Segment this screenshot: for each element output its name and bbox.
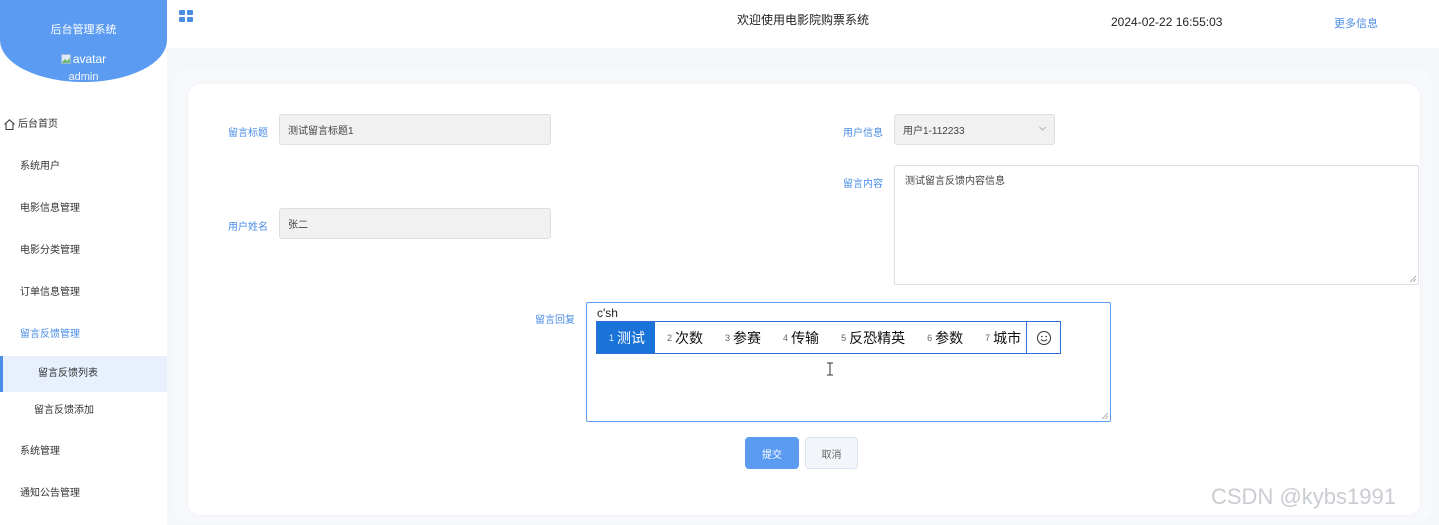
watermark: CSDN @kybs1991	[1211, 484, 1396, 509]
home-icon	[4, 119, 15, 131]
smiley-icon	[1036, 330, 1051, 345]
content-textarea[interactable]: 测试留言反馈内容信息	[894, 165, 1419, 285]
content-value: 测试留言反馈内容信息	[905, 176, 1005, 187]
sidebar-item-label: 订单信息管理	[20, 287, 80, 298]
ime-candidate[interactable]: 7 城市	[973, 322, 1031, 353]
sidebar-item-label: 系统管理	[20, 446, 60, 457]
form-card	[188, 84, 1420, 515]
sidebar-subitem-feedback-list[interactable]: 留言反馈列表	[0, 356, 167, 392]
sidebar-item-label: 电影信息管理	[20, 203, 80, 214]
candidate-text: 传输	[791, 329, 820, 346]
title-input[interactable]: 测试留言标题1	[279, 114, 551, 145]
candidate-text: 参赛	[733, 329, 762, 346]
sidebar-item-system-manage[interactable]: 系统管理	[0, 434, 167, 470]
avatar: avatar	[0, 52, 167, 66]
user-info-value: 用户1-112233	[903, 126, 965, 137]
sidebar-subitem-feedback-add[interactable]: 留言反馈添加	[0, 393, 167, 429]
sidebar-item-label: 后台首页	[18, 119, 58, 130]
reply-textarea[interactable]: c'sh	[586, 302, 1111, 422]
user-info-label: 用户信息	[843, 128, 883, 139]
text-cursor-icon	[827, 362, 833, 376]
sidebar-item-label: 电影分类管理	[20, 245, 80, 256]
chevron-down-icon	[1039, 126, 1046, 131]
cancel-button[interactable]: 取消	[805, 437, 858, 469]
sidebar-item-orders[interactable]: 订单信息管理	[0, 275, 167, 311]
sidebar: 后台管理系统 avatar admin 后台首页 系统用户 电影信息管理 电影分…	[0, 0, 167, 525]
candidate-text: 测试	[617, 329, 646, 346]
user-name-label: 用户姓名	[228, 222, 268, 233]
user-info-select[interactable]: 用户1-112233	[894, 114, 1055, 145]
ime-candidate[interactable]: 6 参数	[915, 322, 973, 353]
top-bar: 欢迎使用电影院购票系统 2024-02-22 16:55:03 更多信息	[167, 0, 1439, 48]
candidate-number: 4	[783, 332, 789, 343]
ime-candidate[interactable]: 5 反恐精英	[829, 322, 915, 353]
user-name-input[interactable]: 张二	[279, 208, 551, 239]
ime-candidate[interactable]: 4 传输	[771, 322, 829, 353]
candidate-number: 2	[667, 332, 673, 343]
sidebar-item-label: 留言反馈管理	[20, 329, 80, 340]
ime-candidate-bar: 1 测试 2 次数 3 参赛 4 传输 5 反恐精英 6 参数 7 城市	[596, 321, 1061, 354]
emoji-button[interactable]	[1026, 322, 1060, 353]
sidebar-item-movie-info[interactable]: 电影信息管理	[0, 191, 167, 227]
ime-candidate[interactable]: 1 测试	[597, 322, 656, 353]
ime-candidate[interactable]: 2 次数	[655, 322, 713, 353]
candidate-text: 次数	[675, 329, 704, 346]
content-label: 留言内容	[843, 179, 883, 190]
candidate-number: 3	[725, 332, 731, 343]
broken-image-icon	[60, 54, 71, 64]
reply-composition-text: c'sh	[597, 306, 618, 320]
reply-label: 留言回复	[535, 315, 575, 326]
grid-menu-icon[interactable]	[179, 10, 194, 24]
candidate-text: 反恐精英	[849, 329, 906, 346]
sidebar-item-label: 留言反馈添加	[34, 405, 94, 416]
sidebar-item-feedback[interactable]: 留言反馈管理	[0, 317, 167, 353]
title-label: 留言标题	[228, 128, 268, 139]
sidebar-item-system-users[interactable]: 系统用户	[0, 149, 167, 185]
sidebar-item-label: 通知公告管理	[20, 488, 80, 499]
resize-grip-icon[interactable]	[1101, 412, 1109, 420]
ime-candidate[interactable]: 3 参赛	[713, 322, 771, 353]
candidate-number: 7	[985, 332, 991, 343]
current-datetime: 2024-02-22 16:55:03	[1111, 15, 1223, 29]
sidebar-item-notices[interactable]: 通知公告管理	[0, 476, 167, 512]
sidebar-item-label: 系统用户	[20, 161, 60, 172]
candidate-number: 5	[841, 332, 847, 343]
sidebar-item-movie-category[interactable]: 电影分类管理	[0, 233, 167, 269]
candidate-text: 参数	[935, 329, 964, 346]
more-info-link[interactable]: 更多信息	[1334, 15, 1378, 31]
sidebar-item-home[interactable]: 后台首页	[0, 107, 167, 143]
candidate-number: 1	[609, 332, 615, 343]
avatar-alt-text: avatar	[72, 52, 107, 66]
username: admin	[68, 71, 99, 83]
welcome-title: 欢迎使用电影院购票系统	[737, 13, 870, 27]
candidate-number: 6	[927, 332, 933, 343]
submit-button[interactable]: 提交	[745, 437, 799, 469]
resize-grip-icon[interactable]	[1409, 275, 1417, 283]
sidebar-item-label: 留言反馈列表	[38, 368, 98, 379]
candidate-text: 城市	[993, 329, 1022, 346]
sidebar-header: 后台管理系统 avatar admin	[0, 0, 167, 83]
system-name: 后台管理系统	[50, 24, 117, 36]
